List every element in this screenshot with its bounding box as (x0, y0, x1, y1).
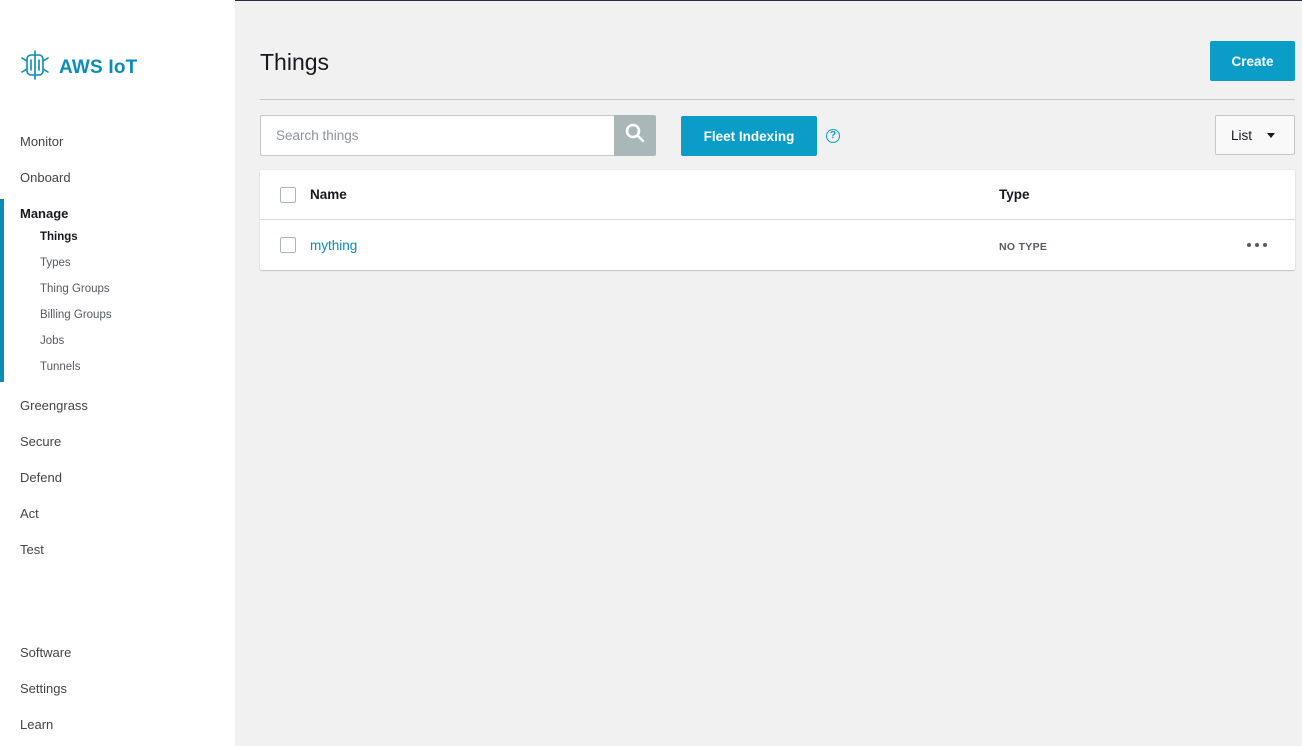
thing-name-link[interactable]: mything (310, 238, 357, 253)
page-title: Things (260, 49, 330, 75)
logo[interactable]: AWS IoT (20, 49, 137, 86)
fleet-indexing-button[interactable]: Fleet Indexing (681, 116, 817, 156)
search-input[interactable] (260, 115, 615, 156)
iot-chip-icon (20, 49, 50, 86)
search-button[interactable] (614, 115, 656, 156)
sidebar-item-settings[interactable]: Settings (20, 681, 67, 696)
search-icon (625, 123, 645, 148)
sidebar-subitem-thing-groups[interactable]: Thing Groups (40, 283, 110, 295)
sidebar-item-onboard[interactable]: Onboard (20, 170, 71, 185)
sidebar-item-greengrass[interactable]: Greengrass (20, 398, 88, 413)
sidebar: AWS IoT Monitor Onboard Manage Things Ty… (0, 0, 235, 746)
search-bar (260, 115, 656, 156)
more-actions-icon[interactable] (1247, 240, 1267, 250)
row-checkbox[interactable] (280, 237, 296, 253)
table-header: Name Type (260, 170, 1295, 220)
help-icon[interactable]: ? (826, 129, 840, 143)
select-all-checkbox[interactable] (280, 187, 296, 203)
create-button[interactable]: Create (1210, 41, 1295, 81)
sidebar-subitem-things[interactable]: Things (40, 231, 78, 243)
header-divider (260, 99, 1295, 100)
view-mode-select[interactable]: List (1215, 115, 1295, 155)
thing-type: NO TYPE (999, 241, 1048, 253)
sidebar-subitem-jobs[interactable]: Jobs (40, 335, 64, 347)
things-table: Name Type mything NO TYPE (260, 170, 1295, 270)
sidebar-item-test[interactable]: Test (20, 542, 44, 557)
top-border (235, 0, 1302, 1)
column-header-name[interactable]: Name (310, 187, 347, 202)
sidebar-subitem-types[interactable]: Types (40, 257, 71, 269)
logo-text: AWS IoT (59, 56, 138, 78)
sidebar-item-act[interactable]: Act (20, 506, 39, 521)
sidebar-item-software[interactable]: Software (20, 645, 71, 660)
sidebar-item-learn[interactable]: Learn (20, 717, 53, 732)
column-header-type[interactable]: Type (999, 187, 1030, 202)
sidebar-item-manage[interactable]: Manage (20, 206, 68, 221)
sidebar-subitem-tunnels[interactable]: Tunnels (40, 361, 81, 373)
sidebar-item-monitor[interactable]: Monitor (20, 134, 63, 149)
sidebar-item-secure[interactable]: Secure (20, 434, 61, 449)
view-mode-value: List (1231, 127, 1253, 143)
sidebar-item-defend[interactable]: Defend (20, 470, 62, 485)
caret-down-icon (1267, 133, 1275, 138)
sidebar-subitem-billing-groups[interactable]: Billing Groups (40, 309, 112, 321)
active-section-indicator (0, 199, 4, 382)
